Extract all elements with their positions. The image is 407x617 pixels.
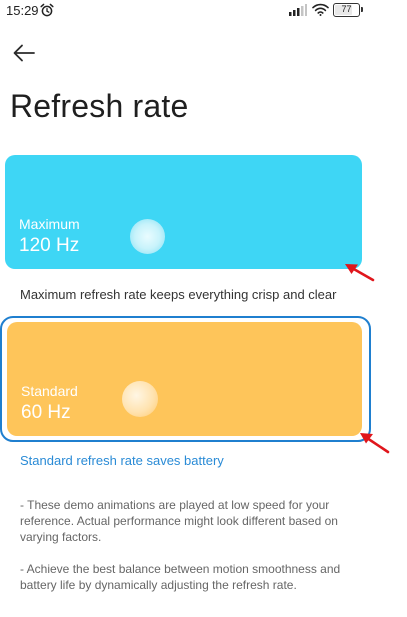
alarm-clock-icon <box>40 3 54 17</box>
info-note: - Achieve the best balance between motio… <box>20 562 341 592</box>
red-pointer-arrow-icon <box>360 433 390 454</box>
option-card-standard[interactable]: Standard 60 Hz <box>7 322 362 436</box>
arrow-left-icon <box>13 44 35 62</box>
option-description-standard: Standard refresh rate saves battery <box>20 453 224 468</box>
cellular-signal-icon <box>289 4 307 16</box>
info-notes: - These demo animations are played at lo… <box>20 497 370 593</box>
back-button[interactable] <box>10 40 40 66</box>
option-rate-label: 120 Hz <box>19 235 80 256</box>
battery-level-text: 77 <box>341 4 352 14</box>
demo-animation-ball <box>130 219 165 254</box>
option-description-maximum: Maximum refresh rate keeps everything cr… <box>20 287 337 302</box>
red-pointer-arrow-icon <box>345 264 375 282</box>
page-title: Refresh rate <box>10 88 189 124</box>
option-card-maximum[interactable]: Maximum 120 Hz <box>5 155 362 269</box>
status-time: 15:29 <box>6 3 39 18</box>
option-rate-label: 60 Hz <box>21 402 71 423</box>
info-note: - These demo animations are played at lo… <box>20 498 338 544</box>
battery-cap <box>361 7 363 12</box>
demo-animation-ball <box>122 381 158 417</box>
wifi-icon <box>312 3 329 16</box>
battery-icon: 77 <box>333 3 363 17</box>
option-mode-label: Maximum <box>19 216 80 232</box>
option-mode-label: Standard <box>21 383 78 399</box>
status-bar: 15:29 77 <box>0 0 407 24</box>
